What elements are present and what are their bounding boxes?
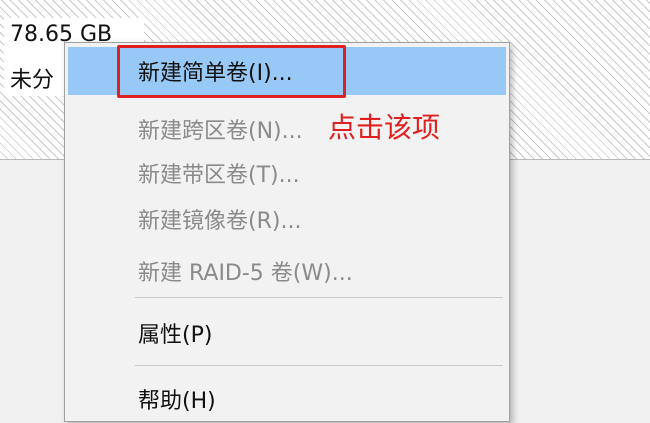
menu-item-label: 新建 RAID-5 卷(W)... [138,261,353,286]
menu-item-new-raid5-volume[interactable]: 新建 RAID-5 卷(W)... [68,247,506,295]
menu-item-label: 属性(P) [138,323,213,348]
menu-item-label: 新建跨区卷(N)... [138,119,303,144]
context-menu: 新建简单卷(I)... 新建跨区卷(N)... 新建带区卷(T)... 新建镜像… [64,42,510,422]
menu-separator [135,365,503,366]
menu-item-new-striped-volume[interactable]: 新建带区卷(T)... [68,149,506,197]
volume-status: 未分 [10,68,55,93]
menu-separator [135,297,503,298]
menu-item-properties[interactable]: 属性(P) [68,309,506,357]
menu-item-label: 新建镜像卷(R)... [138,209,302,234]
menu-item-new-mirrored-volume[interactable]: 新建镜像卷(R)... [68,195,506,243]
menu-item-help[interactable]: 帮助(H) [68,375,506,423]
menu-item-label: 新建带区卷(T)... [138,163,300,188]
menu-item-new-spanned-volume[interactable]: 新建跨区卷(N)... [68,105,506,153]
annotation-click-this: 点击该项 [328,111,441,144]
annotation-highlight-box [117,45,346,98]
menu-item-label: 帮助(H) [138,389,216,414]
